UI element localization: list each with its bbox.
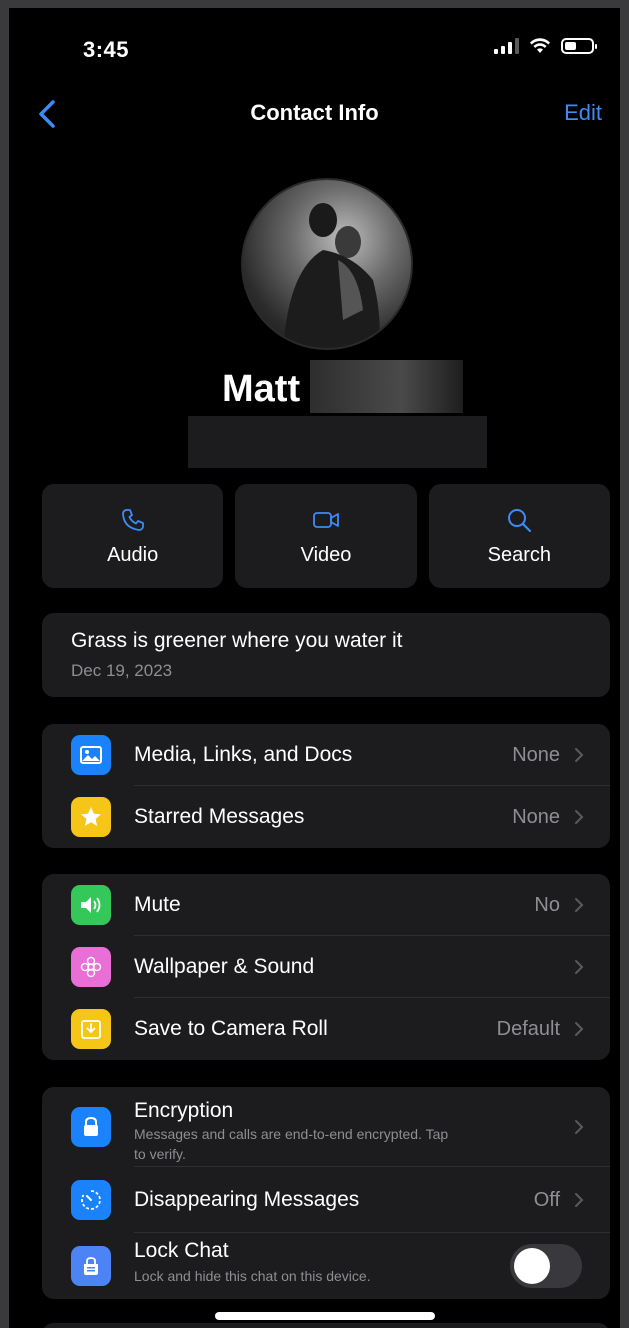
mute-row[interactable]: Mute No: [42, 874, 610, 936]
wifi-icon: [530, 38, 550, 53]
about-date: Dec 19, 2023: [71, 661, 173, 680]
row-label: Encryption: [134, 1099, 234, 1122]
chevron-right-icon: [575, 1022, 584, 1036]
row-label: Lock Chat: [134, 1239, 229, 1262]
status-time: 3:45: [83, 37, 130, 62]
screen: 3:45 Contact Info Edit Matt Audio Video …: [9, 8, 620, 1328]
cellular-signal-icon: [494, 38, 519, 54]
video-label: Video: [300, 543, 352, 566]
name-redaction: [310, 360, 463, 413]
row-label: Mute: [134, 893, 181, 916]
chevron-right-icon: [575, 748, 584, 762]
encryption-subtitle-line2: to verify.: [134, 1146, 186, 1162]
status-icons: [494, 38, 597, 54]
row-value: None: [512, 743, 560, 766]
row-label: Disappearing Messages: [134, 1188, 360, 1211]
next-card: [42, 1323, 610, 1328]
wallpaper-sound-row[interactable]: Wallpaper & Sound: [42, 936, 610, 998]
audio-call-button[interactable]: Audio: [42, 484, 224, 588]
search-icon: [508, 508, 532, 532]
row-value: Off: [533, 1188, 560, 1211]
disappearing-messages-row[interactable]: Disappearing Messages Off: [42, 1167, 610, 1233]
chevron-right-icon: [575, 1193, 584, 1207]
about-text: Grass is greener where you water it: [71, 629, 403, 652]
toggle-knob: [514, 1248, 550, 1284]
media-links-docs-row[interactable]: Media, Links, and Docs None: [42, 724, 610, 786]
lock-chat-toggle[interactable]: [510, 1244, 582, 1288]
nav-bar: Contact Info Edit: [9, 94, 620, 134]
avatar[interactable]: [241, 178, 413, 350]
search-label: Search: [487, 543, 551, 566]
lock-chat-row: Lock Chat Lock and hide this chat on thi…: [42, 1233, 610, 1299]
lock-chat-icon: [71, 1246, 111, 1286]
row-value: No: [534, 893, 560, 916]
speaker-icon: [71, 885, 111, 925]
page-title: Contact Info: [250, 100, 379, 125]
chevron-right-icon: [575, 1120, 584, 1134]
phone-number-redaction: [188, 416, 487, 468]
settings-group: Mute No Wallpaper & Sound Save to Camera…: [42, 874, 610, 1060]
chevron-right-icon: [575, 810, 584, 824]
save-camera-roll-row[interactable]: Save to Camera Roll Default: [42, 998, 610, 1060]
privacy-group: Encryption Messages and calls are end-to…: [42, 1087, 610, 1299]
battery-icon: [561, 38, 597, 54]
video-icon: [313, 511, 339, 528]
phone-icon: [121, 508, 144, 531]
timer-icon: [71, 1180, 111, 1220]
media-group: Media, Links, and Docs None Starred Mess…: [42, 724, 610, 848]
edit-button[interactable]: Edit: [564, 100, 602, 126]
chevron-right-icon: [575, 898, 584, 912]
row-label: Wallpaper & Sound: [134, 955, 315, 978]
download-icon: [71, 1009, 111, 1049]
lock-icon: [71, 1107, 111, 1147]
row-label: Starred Messages: [134, 805, 305, 828]
contact-name: Matt: [222, 368, 301, 410]
star-icon: [71, 797, 111, 837]
search-button[interactable]: Search: [428, 484, 610, 588]
home-indicator[interactable]: [215, 1312, 435, 1320]
audio-label: Audio: [107, 543, 159, 566]
row-value: Default: [496, 1017, 560, 1040]
row-label: Save to Camera Roll: [134, 1017, 328, 1040]
encryption-subtitle-line1: Messages and calls are end-to-end encryp…: [134, 1126, 449, 1142]
photo-icon: [71, 735, 111, 775]
status-bar: 3:45: [9, 8, 620, 88]
row-label: Media, Links, and Docs: [134, 743, 353, 766]
starred-messages-row[interactable]: Starred Messages None: [42, 786, 610, 848]
chevron-right-icon: [575, 960, 584, 974]
row-value: None: [512, 805, 560, 828]
video-call-button[interactable]: Video: [235, 484, 417, 588]
about-card[interactable]: Grass is greener where you water it Dec …: [42, 613, 610, 697]
lock-chat-subtitle: Lock and hide this chat on this device.: [134, 1268, 371, 1284]
flower-icon: [71, 947, 111, 987]
quick-actions: Audio Video Search: [42, 484, 610, 588]
encryption-row[interactable]: Encryption Messages and calls are end-to…: [42, 1087, 610, 1167]
